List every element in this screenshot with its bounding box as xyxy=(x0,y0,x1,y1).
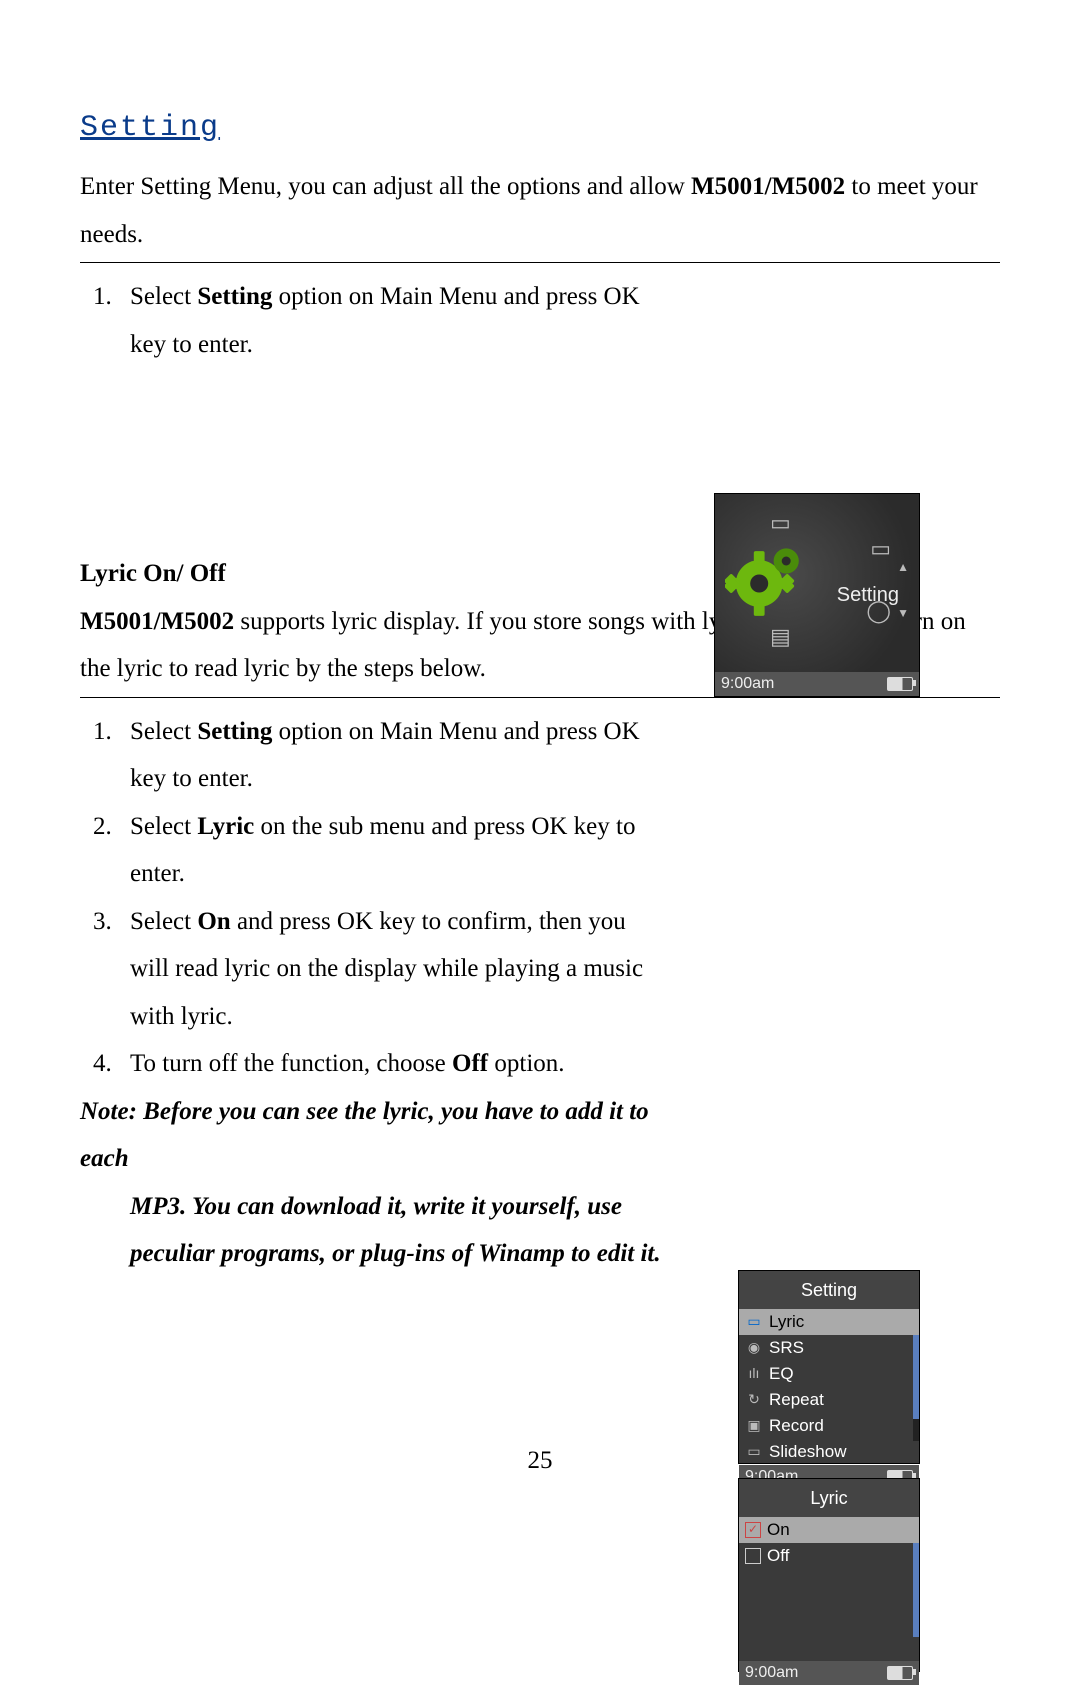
screenshot-lyric-submenu: Lyric ✓On Off 9:00am xyxy=(738,1478,920,1672)
steps-list-2: Select Setting option on Main Menu and p… xyxy=(80,708,665,1088)
status-bar: 9:00am xyxy=(715,672,919,696)
menu-item-lyric[interactable]: ▭Lyric xyxy=(739,1309,919,1335)
srs-icon: ◉ xyxy=(745,1334,763,1361)
menu-item-srs[interactable]: ◉SRS xyxy=(739,1335,919,1361)
eq-icon: ılı xyxy=(745,1360,763,1387)
kw: Lyric xyxy=(197,813,254,840)
option-on[interactable]: ✓On xyxy=(739,1517,919,1543)
scrollbar[interactable] xyxy=(913,1543,919,1637)
menu-title: Lyric xyxy=(739,1479,919,1517)
t: Select xyxy=(130,283,197,310)
t: Select xyxy=(130,908,197,935)
kw: Off xyxy=(452,1050,488,1077)
lyric-icon: ▭ xyxy=(745,1308,763,1335)
note-line1: Note: Before you can see the lyric, you … xyxy=(80,1098,649,1173)
label: Off xyxy=(767,1540,789,1572)
battery-icon xyxy=(887,677,913,691)
step-3: Select On and press OK key to confirm, t… xyxy=(80,898,665,1041)
kw-setting: Setting xyxy=(197,283,272,310)
time-label: 9:00am xyxy=(745,1658,798,1688)
setting-label: Setting xyxy=(837,576,899,614)
menu-item-repeat[interactable]: ↻Repeat xyxy=(739,1387,919,1413)
menu-item-eq[interactable]: ılıEQ xyxy=(739,1361,919,1387)
t: Select xyxy=(130,718,197,745)
steps-list-1: Select Setting option on Main Menu and p… xyxy=(80,273,650,368)
battery-icon xyxy=(887,1666,913,1680)
step-1: Select Setting option on Main Menu and p… xyxy=(80,708,665,803)
screenshot-setting-menu: Setting ▭Lyric ◉SRS ılıEQ ↻Repeat ▣Recor… xyxy=(738,1270,920,1464)
t: Enter Setting Menu, you can adjust all t… xyxy=(80,173,691,200)
checkbox-empty-icon xyxy=(745,1548,761,1564)
section-enter-setting: Select Setting option on Main Menu and p… xyxy=(80,273,1000,368)
t: To turn off the function, choose xyxy=(130,1050,452,1077)
kw: Setting xyxy=(197,718,272,745)
gear-icon xyxy=(725,534,815,624)
screenshot-main-menu: ▭ ▭ ▲ ▼ ◯ ▤ xyxy=(714,493,920,697)
page-number: 25 xyxy=(0,1437,1080,1485)
divider xyxy=(80,262,1000,263)
note-line2: MP3. You can download it, write it yours… xyxy=(80,1183,665,1231)
kw: On xyxy=(197,908,230,935)
section-lyric: Select Setting option on Main Menu and p… xyxy=(80,708,1000,1278)
scrollbar-thumb[interactable] xyxy=(913,1543,919,1637)
option-off[interactable]: Off xyxy=(739,1543,919,1569)
intro-text: Enter Setting Menu, you can adjust all t… xyxy=(80,163,1000,258)
t: option. xyxy=(488,1050,564,1077)
radio-icon: ▭ xyxy=(870,528,891,570)
scrollbar[interactable] xyxy=(913,1335,919,1441)
step-1: Select Setting option on Main Menu and p… xyxy=(80,273,650,368)
note: Note: Before you can see the lyric, you … xyxy=(80,1088,665,1278)
model: M5001/M5002 xyxy=(80,608,234,635)
repeat-icon: ↻ xyxy=(745,1386,763,1413)
record-icon: ▣ xyxy=(745,1412,763,1439)
model: M5001/M5002 xyxy=(691,173,845,200)
step-2: Select Lyric on the sub menu and press O… xyxy=(80,803,665,898)
page-heading: Setting xyxy=(80,100,1000,157)
scrollbar-thumb[interactable] xyxy=(913,1335,919,1420)
step-4: To turn off the function, choose Off opt… xyxy=(80,1040,665,1088)
status-bar: 9:00am xyxy=(739,1661,919,1685)
checkbox-checked-icon: ✓ xyxy=(745,1522,761,1538)
menu-title: Setting xyxy=(739,1271,919,1309)
note-line3: peculiar programs, or plug-ins of Winamp… xyxy=(80,1230,665,1278)
time-label: 9:00am xyxy=(721,669,774,697)
t: Select xyxy=(130,813,197,840)
